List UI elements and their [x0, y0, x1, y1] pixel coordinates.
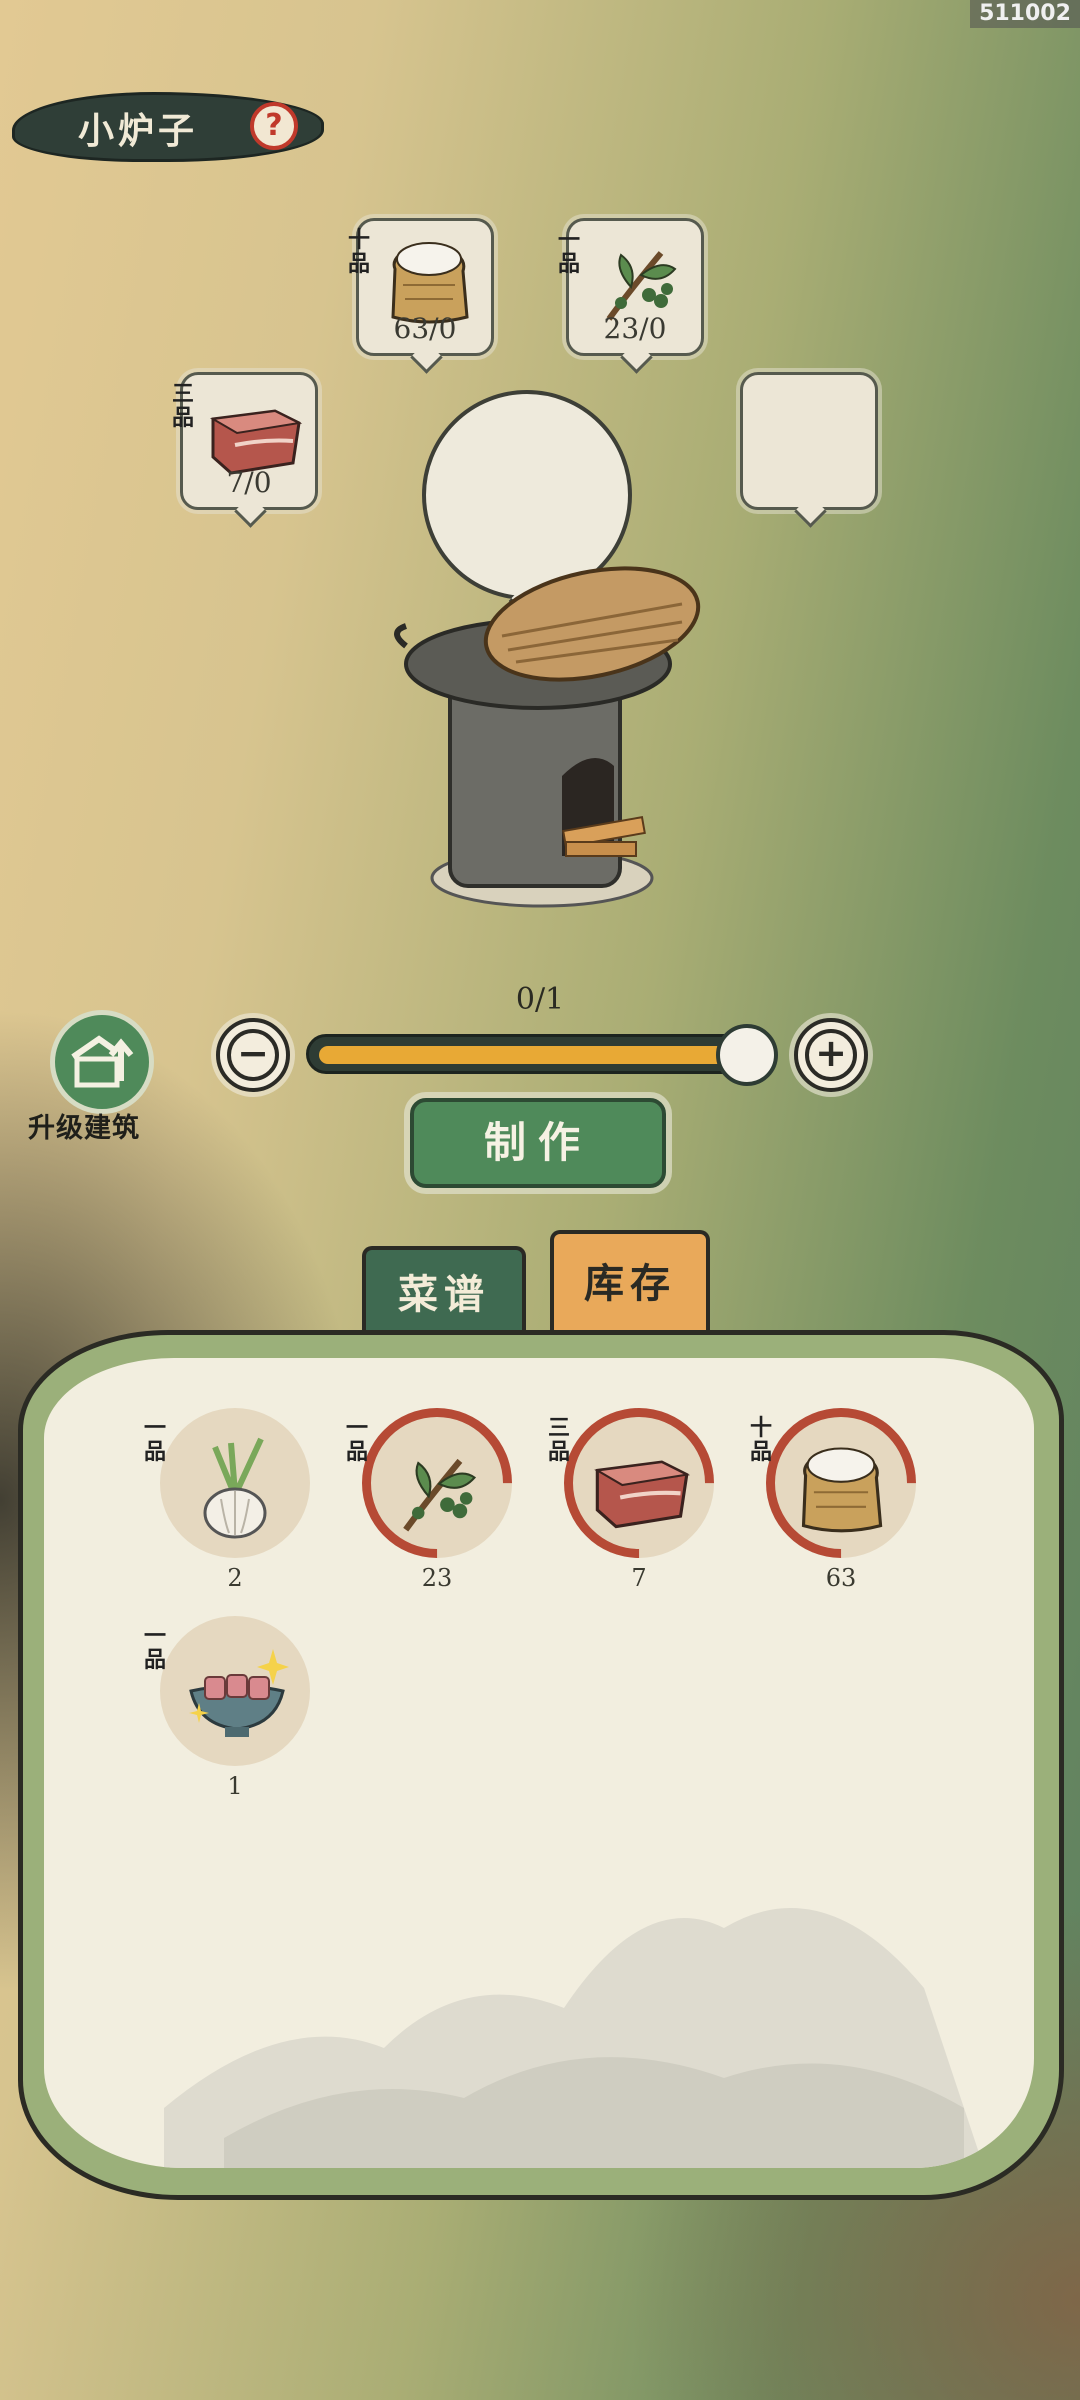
upgrade-building-label: 升级建筑	[28, 1113, 140, 1144]
inventory-item-flour-sack[interactable]: 十品 63	[734, 1376, 948, 1598]
inventory-item-pork-belly[interactable]: 三品 7	[532, 1376, 746, 1598]
quantity-value: 0/1	[515, 982, 565, 1017]
grade-label: 一品	[557, 227, 580, 277]
item-quantity: 23	[421, 1564, 453, 1592]
mountain-background-icon	[164, 1908, 984, 2168]
grade-label: 三品	[547, 1415, 570, 1465]
upgrade-building-button[interactable]	[50, 1010, 154, 1114]
grade-label: 一品	[143, 1623, 166, 1673]
item-quantity: 7	[631, 1564, 647, 1592]
inventory-item-garlic[interactable]: 一品 2	[144, 1408, 320, 1598]
decrease-button[interactable]: −	[216, 1018, 290, 1092]
grade-label: 三品	[171, 381, 194, 431]
quantity-slider-fill	[319, 1046, 759, 1064]
question-icon[interactable]: ?	[250, 102, 298, 150]
braised-pork-dish-icon	[189, 1649, 289, 1737]
build-id-badge: 511002	[970, 0, 1080, 28]
tab-recipes[interactable]: 菜谱	[362, 1246, 526, 1342]
ingredient-slot-empty[interactable]	[740, 372, 878, 510]
minus-icon: −	[227, 1029, 279, 1081]
pork-belly-icon	[594, 1460, 691, 1529]
flour-sack-icon	[801, 1447, 883, 1533]
slot-count: 7/0	[226, 466, 272, 499]
pepper-branch-icon	[403, 1458, 477, 1532]
increase-button[interactable]: +	[794, 1018, 868, 1092]
clay-stove-icon	[394, 566, 701, 908]
grade-label: 一品	[345, 1415, 368, 1465]
inventory-item-braised-pork-dish[interactable]: 一品 1	[144, 1616, 320, 1806]
item-quantity: 2	[227, 1564, 243, 1592]
slot-count: 63/0	[393, 312, 457, 345]
inventory-panel: 一品 2 一品 23 三品 7 十品 63 一 品 1	[44, 1358, 1034, 2168]
grade-label: 十品	[749, 1415, 772, 1465]
garlic-icon	[203, 1437, 267, 1539]
upgrade-building-icon	[71, 1035, 134, 1088]
tab-inventory[interactable]: 库存	[550, 1230, 710, 1338]
ingredient-slot-1[interactable]: 63/0	[356, 218, 494, 356]
item-quantity: 1	[227, 1772, 243, 1800]
slot-count: 23/0	[603, 312, 667, 345]
ingredient-slot-3[interactable]: 7/0	[180, 372, 318, 510]
quantity-slider-knob[interactable]	[716, 1024, 778, 1086]
make-button[interactable]: 制作	[410, 1098, 666, 1188]
grade-label: 十品	[347, 227, 370, 277]
inventory-item-pepper-branch[interactable]: 一品 23	[330, 1376, 544, 1598]
ingredient-slot-2[interactable]: 23/0	[566, 218, 704, 356]
plus-icon: +	[805, 1029, 857, 1081]
page-title: 小炉子	[78, 110, 199, 152]
item-quantity: 63	[825, 1564, 857, 1592]
quantity-slider[interactable]	[306, 1034, 776, 1074]
grade-label: 一品	[143, 1415, 166, 1465]
